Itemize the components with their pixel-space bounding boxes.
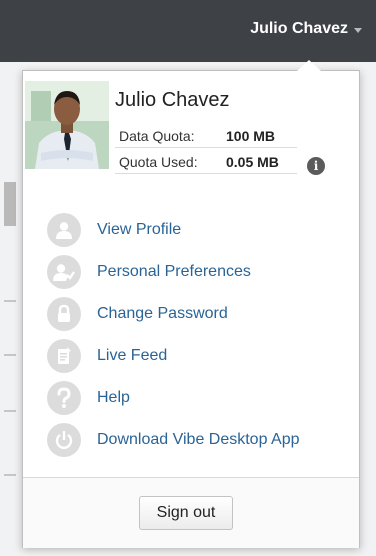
background-page-left (0, 62, 22, 556)
user-menu: View Profile Personal Preferences Change… (47, 209, 347, 461)
data-quota-row: Data Quota: 100 MB (115, 125, 297, 148)
background-line (4, 300, 16, 302)
profile-name: Julio Chavez (115, 89, 230, 111)
profile-summary: Julio Chavez Data Quota: 100 MB Quota Us… (25, 81, 355, 181)
background-thumbnail (4, 182, 16, 226)
background-line (4, 354, 16, 356)
menu-item-label: Live Feed (97, 347, 168, 364)
background-page-right (359, 62, 376, 556)
quota-used-row: Quota Used: 0.05 MB (115, 151, 297, 174)
header-user-name: Julio Chavez (250, 20, 348, 37)
info-icon[interactable]: i (307, 157, 325, 175)
menu-item-label: View Profile (97, 221, 182, 238)
menu-item-label: Change Password (97, 305, 228, 322)
menu-item-download-desktop-app[interactable]: Download Vibe Desktop App (47, 419, 347, 461)
data-quota-value: 100 MB (226, 128, 276, 144)
panel-pointer (297, 60, 321, 71)
user-icon (47, 213, 81, 247)
panel-footer: Sign out (23, 477, 359, 548)
menu-item-help[interactable]: Help (47, 377, 347, 419)
menu-item-label: Download Vibe Desktop App (97, 431, 300, 448)
feed-icon (47, 339, 81, 373)
avatar-photo (25, 81, 109, 169)
sign-out-button[interactable]: Sign out (139, 496, 233, 530)
power-icon (47, 423, 81, 457)
menu-item-label: Help (97, 389, 130, 406)
menu-item-label: Personal Preferences (97, 263, 251, 280)
avatar (25, 81, 109, 169)
quota-used-label: Quota Used: (119, 154, 198, 170)
background-line (4, 410, 16, 412)
menu-item-view-profile[interactable]: View Profile (47, 209, 347, 251)
menu-item-change-password[interactable]: Change Password (47, 293, 347, 335)
lock-icon (47, 297, 81, 331)
chevron-down-icon (354, 28, 362, 33)
menu-item-live-feed[interactable]: Live Feed (47, 335, 347, 377)
quota-used-value: 0.05 MB (226, 154, 279, 170)
help-icon (47, 381, 81, 415)
menu-item-personal-preferences[interactable]: Personal Preferences (47, 251, 347, 293)
user-settings-icon (47, 255, 81, 289)
data-quota-label: Data Quota: (119, 128, 195, 144)
top-bar: Julio Chavez (0, 0, 376, 62)
user-dropdown-panel: Julio Chavez Data Quota: 100 MB Quota Us… (22, 60, 360, 548)
user-menu-toggle[interactable]: Julio Chavez (250, 20, 362, 38)
background-line (4, 474, 16, 476)
